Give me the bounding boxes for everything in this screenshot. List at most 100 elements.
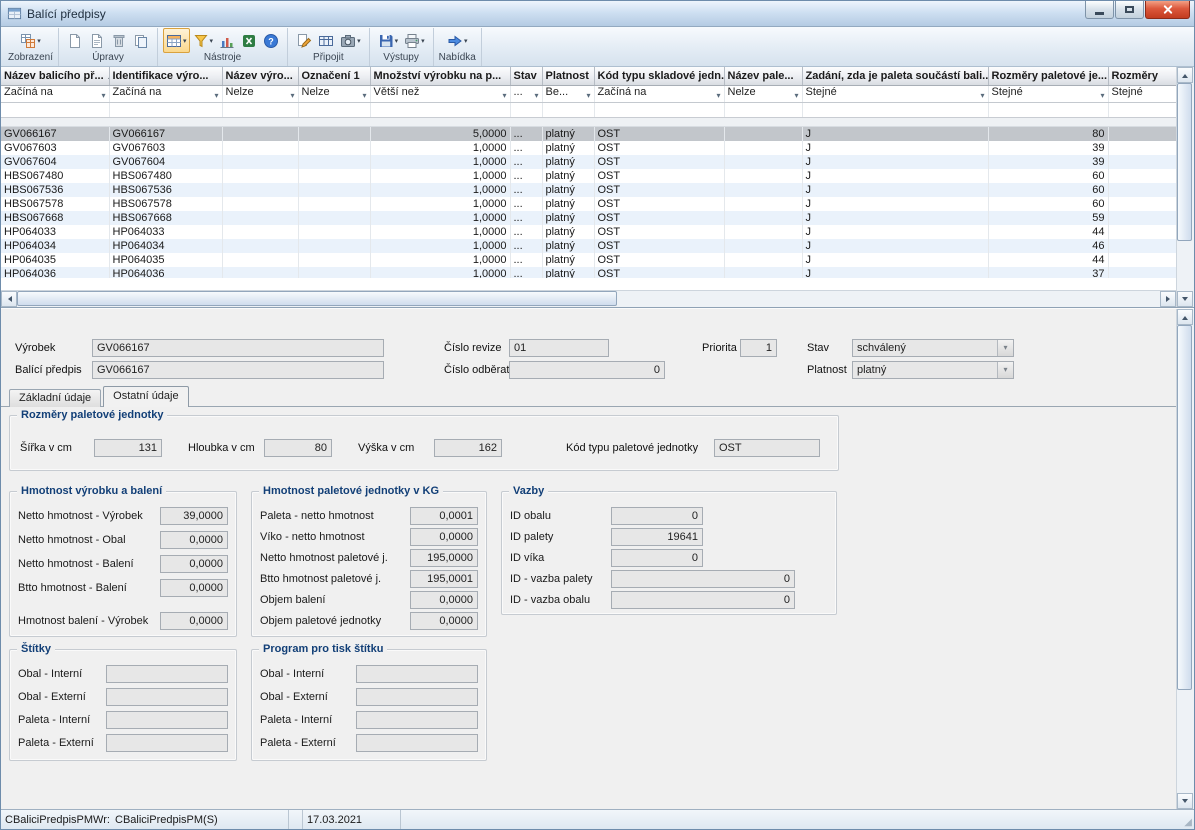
tab-zakladni-udaje[interactable]: Základní údaje: [9, 389, 101, 407]
grid-cell[interactable]: platný: [542, 239, 594, 253]
grid-cell[interactable]: [724, 155, 802, 169]
grid-cell[interactable]: J: [802, 141, 988, 155]
grid-cell[interactable]: 1,0000: [370, 267, 510, 278]
grid-cell[interactable]: OST: [594, 211, 724, 225]
grid-cell[interactable]: [724, 267, 802, 278]
detail-vscroll-track[interactable]: [1177, 325, 1194, 793]
grid-column-header[interactable]: Rozměry paletové je...: [988, 67, 1108, 86]
grid-cell[interactable]: GV067603: [109, 141, 222, 155]
edit-attachment-button[interactable]: [293, 28, 315, 53]
grid-cell[interactable]: [222, 169, 298, 183]
grid-cell[interactable]: [724, 239, 802, 253]
grid-filter-input[interactable]: [222, 103, 298, 118]
grid-cell[interactable]: HBS067536: [109, 183, 222, 197]
grid-cell[interactable]: [222, 225, 298, 239]
grid-cell[interactable]: [222, 183, 298, 197]
grid-cell[interactable]: 1,0000: [370, 155, 510, 169]
grid-filter-input[interactable]: [1108, 103, 1176, 118]
grid-cell[interactable]: [724, 197, 802, 211]
grid-cell[interactable]: 1,0000: [370, 141, 510, 155]
grid-row[interactable]: GV067604GV0676041,0000...platnýOSTJ39: [1, 155, 1176, 169]
scroll-down-button[interactable]: [1177, 793, 1193, 809]
grid-column-header[interactable]: Rozměry: [1108, 67, 1176, 86]
grid-cell[interactable]: [1108, 183, 1176, 197]
grid-filter-cell[interactable]: ▾...: [510, 86, 542, 103]
grid-cell[interactable]: 1,0000: [370, 169, 510, 183]
grid-column-header[interactable]: Platnost: [542, 67, 594, 86]
grid-cell[interactable]: J: [802, 211, 988, 225]
horizontal-scrollbar[interactable]: [1, 290, 1176, 307]
grid-cell[interactable]: [1108, 155, 1176, 169]
grid-cell[interactable]: ...: [510, 253, 542, 267]
grid-cell[interactable]: platný: [542, 211, 594, 225]
grid-cell[interactable]: platný: [542, 127, 594, 141]
grid-row[interactable]: HBS067668HBS0676681,0000...platnýOSTJ59: [1, 211, 1176, 225]
grid-cell[interactable]: OST: [594, 183, 724, 197]
grid-cell[interactable]: 60: [988, 197, 1108, 211]
grid-column-header[interactable]: Stav: [510, 67, 542, 86]
grid-cell[interactable]: platný: [542, 267, 594, 278]
grid-cell[interactable]: HP064035: [109, 253, 222, 267]
grid-cell[interactable]: [724, 183, 802, 197]
grid-filter-input[interactable]: [298, 103, 370, 118]
grid-filter-cell[interactable]: ▾Stejné: [988, 86, 1108, 103]
grid-cell[interactable]: [222, 267, 298, 278]
snapshot-button[interactable]: ▾: [337, 28, 364, 53]
grid-cell[interactable]: [222, 127, 298, 141]
grid-cell[interactable]: [298, 253, 370, 267]
grid-cell[interactable]: HP064033: [109, 225, 222, 239]
grid-cell[interactable]: ...: [510, 141, 542, 155]
grid-cell[interactable]: HBS067578: [109, 197, 222, 211]
grid-cell[interactable]: ...: [510, 267, 542, 278]
scroll-left-button[interactable]: [1, 291, 17, 307]
grid-filter-input[interactable]: [594, 103, 724, 118]
grid-cell[interactable]: [724, 211, 802, 225]
table-settings-button[interactable]: ▾: [163, 28, 190, 53]
grid-cell[interactable]: 1,0000: [370, 197, 510, 211]
hscroll-thumb[interactable]: [17, 291, 617, 306]
grid-cell[interactable]: [1108, 127, 1176, 141]
minimize-button[interactable]: [1085, 1, 1114, 19]
grid-cell[interactable]: ...: [510, 155, 542, 169]
grid-column-header[interactable]: Název balicího př...▲: [1, 67, 109, 86]
grid-cell[interactable]: [298, 211, 370, 225]
grid-cell[interactable]: ...: [510, 197, 542, 211]
grid-column-header[interactable]: Množství výrobku na p...: [370, 67, 510, 86]
grid-vertical-scrollbar[interactable]: [1176, 67, 1194, 307]
grid-cell[interactable]: 1,0000: [370, 183, 510, 197]
grid-cell[interactable]: 39: [988, 141, 1108, 155]
grid-column-header[interactable]: Název pale...: [724, 67, 802, 86]
grid-cell[interactable]: OST: [594, 239, 724, 253]
grid-filter-input[interactable]: [109, 103, 222, 118]
grid-cell[interactable]: GV066167: [1, 127, 109, 141]
grid-cell[interactable]: J: [802, 253, 988, 267]
grid-cell[interactable]: GV067604: [1, 155, 109, 169]
grid-cell[interactable]: [298, 267, 370, 278]
grid-row[interactable]: GV066167GV0661675,0000...platnýOSTJ80: [1, 127, 1176, 141]
grid-cell[interactable]: 44: [988, 253, 1108, 267]
grid-cell[interactable]: [222, 197, 298, 211]
grid-cell[interactable]: ...: [510, 211, 542, 225]
grid-cell[interactable]: OST: [594, 169, 724, 183]
grid-filter-input[interactable]: [370, 103, 510, 118]
grid-row[interactable]: HBS067578HBS0675781,0000...platnýOSTJ60: [1, 197, 1176, 211]
resize-grip[interactable]: ◢: [1176, 810, 1194, 829]
grid-cell[interactable]: OST: [594, 155, 724, 169]
grid-cell[interactable]: 1,0000: [370, 239, 510, 253]
grid-cell[interactable]: [298, 183, 370, 197]
grid-row[interactable]: GV067603GV0676031,0000...platnýOSTJ39: [1, 141, 1176, 155]
help-button[interactable]: ?: [260, 28, 282, 53]
grid-cell[interactable]: [724, 225, 802, 239]
grid-cell[interactable]: platný: [542, 169, 594, 183]
grid-cell[interactable]: [724, 141, 802, 155]
grid-cell[interactable]: [1108, 225, 1176, 239]
grid-cell[interactable]: 46: [988, 239, 1108, 253]
scroll-down-button[interactable]: [1177, 291, 1193, 307]
grid-filter-input[interactable]: [988, 103, 1108, 118]
grid-cell[interactable]: platný: [542, 225, 594, 239]
grid-column-header[interactable]: Kód typu skladové jedn...: [594, 67, 724, 86]
grid-cell[interactable]: [1108, 239, 1176, 253]
grid-column-header[interactable]: Název výro...: [222, 67, 298, 86]
grid-cell[interactable]: [724, 127, 802, 141]
grid-cell[interactable]: J: [802, 225, 988, 239]
